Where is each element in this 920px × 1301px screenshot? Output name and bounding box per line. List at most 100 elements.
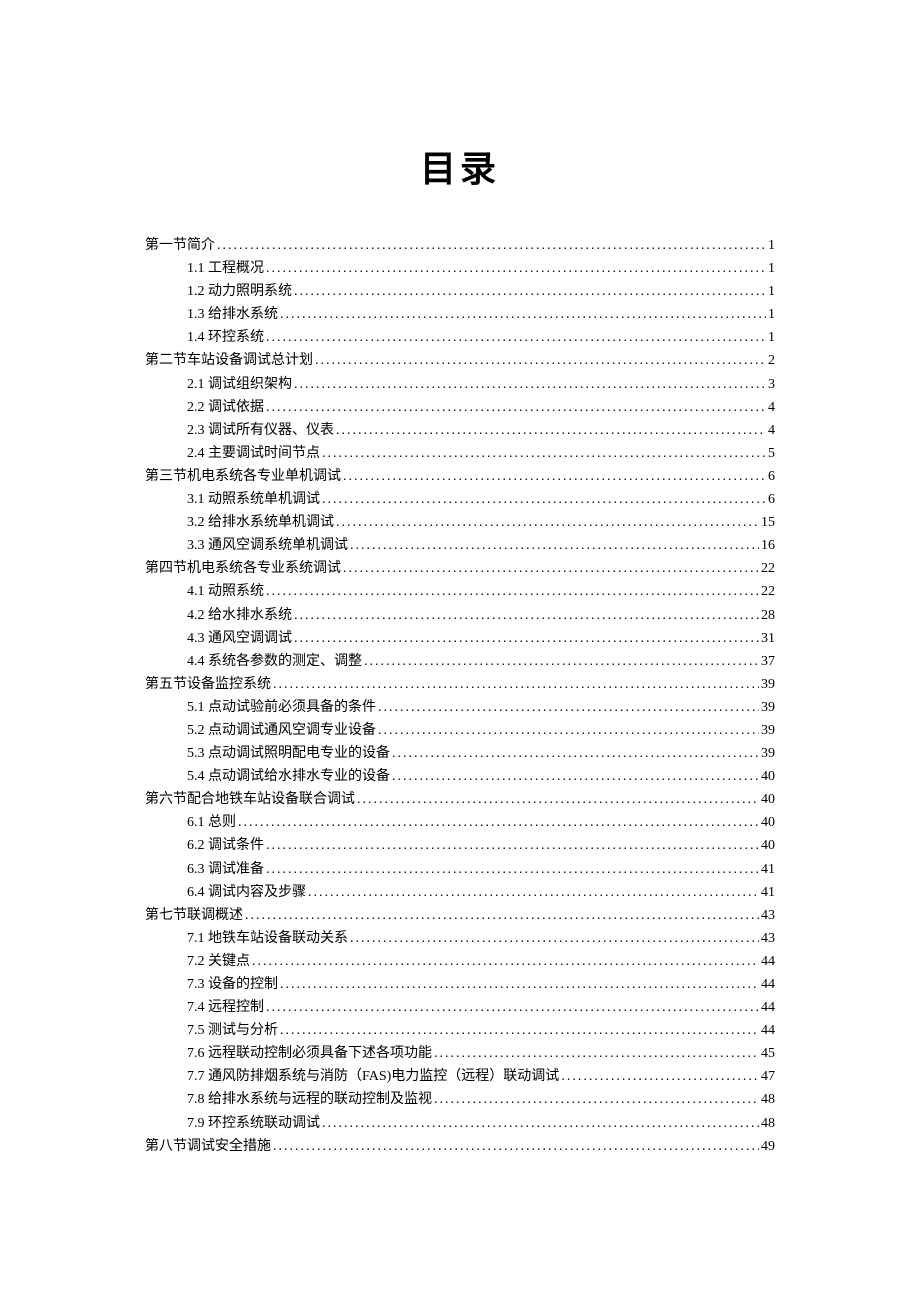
toc-entry-label: 7.2 关键点	[187, 950, 250, 973]
toc-entry-page: 44	[761, 973, 775, 996]
toc-entry-page: 5	[768, 442, 775, 465]
toc-entry-label: 第五节设备监控系统	[145, 673, 271, 696]
toc-entry-label: 5.4 点动调试给水排水专业的设备	[187, 765, 390, 788]
toc-entry-label: 第二节车站设备调试总计划	[145, 349, 313, 372]
toc-entry-page: 41	[761, 858, 775, 881]
toc-entry-page: 16	[761, 534, 775, 557]
toc-entry-label: 2.2 调试依据	[187, 396, 264, 419]
toc-entry-label: 第七节联调概述	[145, 904, 243, 927]
toc-entry: 3.2 给排水系统单机调试 15	[145, 511, 775, 534]
toc-entry: 5.1 点动试验前必须具备的条件 39	[145, 696, 775, 719]
toc-entry-label: 6.3 调试准备	[187, 858, 264, 881]
toc-entry-page: 41	[761, 881, 775, 904]
toc-leader-dots	[266, 834, 759, 857]
table-of-contents: 第一节简介 11.1 工程概况 11.2 动力照明系统 11.3 给排水系统 1…	[145, 234, 775, 1158]
toc-entry: 5.2 点动调试通风空调专业设备 39	[145, 719, 775, 742]
toc-entry-page: 1	[768, 280, 775, 303]
toc-leader-dots	[561, 1065, 759, 1088]
toc-entry: 第五节设备监控系统 39	[145, 673, 775, 696]
toc-leader-dots	[322, 488, 766, 511]
toc-entry: 3.3 通风空调系统单机调试 16	[145, 534, 775, 557]
toc-entry-page: 43	[761, 927, 775, 950]
toc-leader-dots	[266, 396, 766, 419]
toc-entry: 7.4 远程控制 44	[145, 996, 775, 1019]
toc-entry-page: 28	[761, 604, 775, 627]
toc-entry-label: 6.2 调试条件	[187, 834, 264, 857]
toc-leader-dots	[350, 534, 759, 557]
toc-entry-label: 3.1 动照系统单机调试	[187, 488, 320, 511]
toc-entry-page: 39	[761, 696, 775, 719]
toc-entry-label: 6.1 总则	[187, 811, 236, 834]
toc-entry: 7.6 远程联动控制必须具备下述各项功能 45	[145, 1042, 775, 1065]
toc-entry: 第六节配合地铁车站设备联合调试 40	[145, 788, 775, 811]
toc-leader-dots	[343, 557, 759, 580]
toc-entry-label: 2.3 调试所有仪器、仪表	[187, 419, 334, 442]
toc-entry-label: 7.6 远程联动控制必须具备下述各项功能	[187, 1042, 432, 1065]
toc-leader-dots	[294, 627, 759, 650]
toc-entry-page: 44	[761, 1019, 775, 1042]
toc-entry: 第一节简介 1	[145, 234, 775, 257]
toc-entry-label: 5.1 点动试验前必须具备的条件	[187, 696, 376, 719]
toc-entry-label: 2.1 调试组织架构	[187, 373, 292, 396]
toc-entry: 7.3 设备的控制 44	[145, 973, 775, 996]
toc-entry: 7.8 给排水系统与远程的联动控制及监视 48	[145, 1088, 775, 1111]
page-title: 目录	[145, 140, 775, 192]
toc-entry-page: 43	[761, 904, 775, 927]
toc-entry-label: 7.1 地铁车站设备联动关系	[187, 927, 348, 950]
toc-leader-dots	[294, 280, 766, 303]
toc-leader-dots	[434, 1088, 759, 1111]
toc-entry-page: 49	[761, 1135, 775, 1158]
toc-entry: 第二节车站设备调试总计划 2	[145, 349, 775, 372]
toc-entry-page: 1	[768, 326, 775, 349]
toc-entry-page: 39	[761, 742, 775, 765]
toc-entry-page: 39	[761, 719, 775, 742]
toc-entry-page: 48	[761, 1112, 775, 1135]
toc-leader-dots	[280, 303, 766, 326]
toc-leader-dots	[238, 811, 759, 834]
toc-entry: 6.2 调试条件 40	[145, 834, 775, 857]
toc-entry: 4.3 通风空调调试 31	[145, 627, 775, 650]
toc-entry-page: 22	[761, 557, 775, 580]
toc-entry: 4.1 动照系统 22	[145, 580, 775, 603]
toc-leader-dots	[280, 1019, 759, 1042]
toc-entry-page: 4	[768, 419, 775, 442]
toc-entry-page: 44	[761, 950, 775, 973]
toc-entry-label: 4.4 系统各参数的测定、调整	[187, 650, 362, 673]
toc-entry: 1.3 给排水系统 1	[145, 303, 775, 326]
toc-entry: 1.4 环控系统 1	[145, 326, 775, 349]
toc-entry: 2.1 调试组织架构 3	[145, 373, 775, 396]
toc-entry-label: 7.8 给排水系统与远程的联动控制及监视	[187, 1088, 432, 1111]
toc-entry-label: 第八节调试安全措施	[145, 1135, 271, 1158]
toc-entry: 7.2 关键点 44	[145, 950, 775, 973]
toc-leader-dots	[364, 650, 759, 673]
toc-entry: 5.4 点动调试给水排水专业的设备 40	[145, 765, 775, 788]
toc-entry: 4.4 系统各参数的测定、调整 37	[145, 650, 775, 673]
toc-entry-label: 4.2 给水排水系统	[187, 604, 292, 627]
toc-leader-dots	[217, 234, 766, 257]
toc-leader-dots	[322, 1112, 759, 1135]
toc-entry: 6.1 总则 40	[145, 811, 775, 834]
document-page: 目录 第一节简介 11.1 工程概况 11.2 动力照明系统 11.3 给排水系…	[0, 0, 920, 1258]
toc-leader-dots	[392, 765, 759, 788]
toc-entry-page: 39	[761, 673, 775, 696]
toc-entry-page: 40	[761, 788, 775, 811]
toc-entry: 第七节联调概述 43	[145, 904, 775, 927]
toc-entry-page: 6	[768, 488, 775, 511]
toc-leader-dots	[336, 511, 759, 534]
toc-entry: 2.2 调试依据 4	[145, 396, 775, 419]
toc-leader-dots	[350, 927, 759, 950]
toc-leader-dots	[315, 349, 766, 372]
toc-entry-page: 48	[761, 1088, 775, 1111]
toc-entry: 2.3 调试所有仪器、仪表 4	[145, 419, 775, 442]
toc-entry-label: 第一节简介	[145, 234, 215, 257]
toc-entry-label: 1.3 给排水系统	[187, 303, 278, 326]
toc-entry-label: 4.3 通风空调调试	[187, 627, 292, 650]
toc-entry: 第四节机电系统各专业系统调试 22	[145, 557, 775, 580]
toc-leader-dots	[378, 696, 759, 719]
toc-leader-dots	[266, 326, 766, 349]
toc-leader-dots	[273, 673, 759, 696]
toc-entry-label: 7.9 环控系统联动调试	[187, 1112, 320, 1135]
toc-leader-dots	[266, 580, 759, 603]
toc-entry-label: 1.4 环控系统	[187, 326, 264, 349]
toc-entry-label: 第三节机电系统各专业单机调试	[145, 465, 341, 488]
